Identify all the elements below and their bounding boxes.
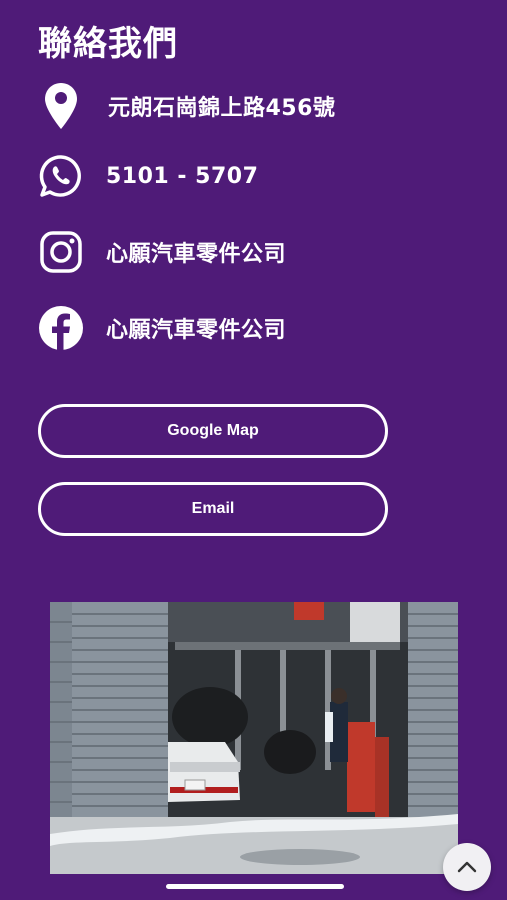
facebook-icon	[38, 305, 84, 351]
whatsapp-icon	[38, 153, 84, 199]
phone-text: 5101 - 5707	[106, 163, 259, 189]
garage-photo	[50, 602, 458, 874]
instagram-text: 心願汽車零件公司	[106, 242, 287, 267]
location-pin-icon	[38, 83, 84, 129]
scroll-to-top-button[interactable]	[443, 843, 491, 891]
instagram-icon	[38, 229, 84, 275]
address-row[interactable]: 元朗石崗錦上路456號	[38, 82, 335, 130]
address-text: 元朗石崗錦上路456號	[108, 96, 336, 121]
instagram-row[interactable]: 心願汽車零件公司	[38, 228, 286, 276]
google-map-button[interactable]: Google Map	[38, 404, 388, 458]
page-title: 聯絡我們	[38, 24, 178, 64]
home-indicator	[166, 884, 344, 889]
chevron-up-icon	[457, 861, 477, 873]
facebook-text: 心願汽車零件公司	[106, 318, 287, 343]
email-button[interactable]: Email	[38, 482, 388, 536]
facebook-row[interactable]: 心願汽車零件公司	[38, 304, 286, 352]
phone-row[interactable]: 5101 - 5707	[38, 152, 258, 200]
